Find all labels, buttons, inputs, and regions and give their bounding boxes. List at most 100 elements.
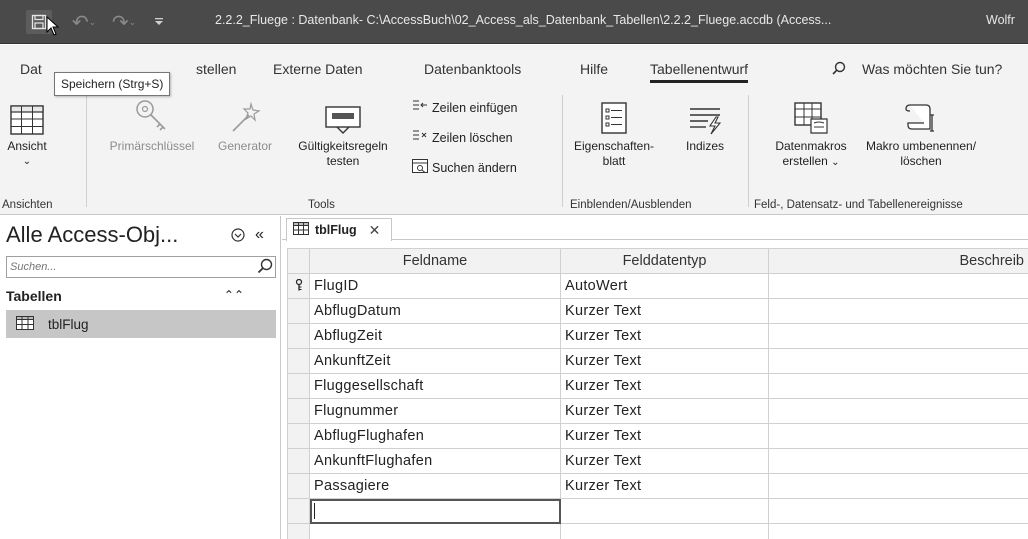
rename-macro-icon: [904, 89, 938, 135]
group-label-ansichten: Ansichten: [2, 199, 53, 211]
tab-externe-daten[interactable]: Externe Daten: [273, 61, 363, 77]
search-icon[interactable]: [257, 258, 273, 279]
column-header-beschreibung[interactable]: Beschreib: [768, 248, 1028, 274]
field-type-cell[interactable]: Kurzer Text: [560, 373, 769, 399]
field-description-cell[interactable]: [768, 298, 1028, 324]
field-name-cell[interactable]: [309, 523, 561, 539]
field-name-cell[interactable]: AbflugDatum: [309, 298, 561, 324]
table-row: AbflugZeit Kurzer Text: [287, 323, 1028, 349]
field-type-cell[interactable]: Kurzer Text: [560, 298, 769, 324]
nav-pane-title[interactable]: Alle Access-Obj...: [6, 222, 178, 248]
zeilen-einfuegen-button[interactable]: Zeilen einfügen: [412, 99, 517, 116]
group-label-ereignisse: Feld-, Datensatz- und Tabellenereignisse: [754, 199, 963, 211]
ansicht-button[interactable]: Ansicht ⌄: [4, 89, 50, 169]
field-name-input[interactable]: [309, 498, 561, 524]
field-type-cell[interactable]: Kurzer Text: [560, 398, 769, 424]
suchen-aendern-label: Suchen ändern: [432, 160, 517, 175]
row-selector[interactable]: [287, 298, 310, 324]
corner-cell[interactable]: [287, 248, 310, 274]
field-description-cell[interactable]: [768, 273, 1028, 299]
customize-toolbar-icon[interactable]: [148, 10, 170, 34]
search-icon[interactable]: [832, 61, 846, 79]
table-icon: [16, 315, 34, 333]
row-selector[interactable]: [287, 498, 310, 524]
field-type-cell[interactable]: Kurzer Text: [560, 473, 769, 499]
nav-item-tblflug[interactable]: tblFlug: [6, 310, 276, 338]
field-type-cell[interactable]: Kurzer Text: [560, 423, 769, 449]
tab-tblflug[interactable]: tblFlug ✕: [286, 218, 392, 241]
primaerschluessel-button[interactable]: Primärschlüssel: [98, 89, 206, 154]
chevron-up-icon[interactable]: ⌃⌃: [224, 288, 244, 302]
field-description-cell[interactable]: [768, 448, 1028, 474]
field-type-cell[interactable]: AutoWert: [560, 273, 769, 299]
row-selector[interactable]: [287, 348, 310, 374]
field-type-cell[interactable]: Kurzer Text: [560, 448, 769, 474]
eigenschaftenblatt-label-1: Eigenschaften-: [573, 139, 655, 153]
indexes-icon: [688, 89, 722, 135]
field-description-cell[interactable]: [768, 373, 1028, 399]
datenmakros-label-1: Datenmakros: [775, 139, 847, 153]
makro-label-1: Makro umbenennen/: [865, 139, 977, 153]
field-name-cell[interactable]: AnkunftFlughafen: [309, 448, 561, 474]
field-type-cell[interactable]: Kurzer Text: [560, 323, 769, 349]
nav-search-input[interactable]: [7, 257, 247, 277]
tab-datei[interactable]: Dat: [20, 61, 42, 77]
row-selector[interactable]: [287, 323, 310, 349]
field-name-cell[interactable]: Fluggesellschaft: [309, 373, 561, 399]
lookup-icon: [412, 159, 428, 176]
row-selector[interactable]: [287, 448, 310, 474]
field-name-cell[interactable]: Flugnummer: [309, 398, 561, 424]
field-description-cell[interactable]: [768, 423, 1028, 449]
primary-key-icon: [295, 278, 303, 294]
window-title: 2.2.2_Fluege : Datenbank- C:\AccessBuch\…: [215, 13, 832, 27]
table-row: AnkunftZeit Kurzer Text: [287, 348, 1028, 374]
tell-me-input[interactable]: Was möchten Sie tun?: [862, 61, 1002, 77]
field-description-cell[interactable]: [768, 348, 1028, 374]
field-type-cell[interactable]: [560, 498, 769, 524]
datenmakros-button[interactable]: Datenmakros erstellen ⌄: [760, 89, 862, 170]
field-description-cell[interactable]: [768, 498, 1028, 524]
close-icon[interactable]: ✕: [369, 222, 381, 239]
field-name-cell[interactable]: AbflugZeit: [309, 323, 561, 349]
tab-tabellenentwurf[interactable]: Tabellenentwurf: [650, 61, 749, 83]
wand-icon: [229, 89, 261, 135]
redo-icon[interactable]: ↷ ⌄: [110, 10, 138, 34]
suchen-aendern-button[interactable]: Suchen ändern: [412, 159, 517, 176]
row-selector[interactable]: [287, 398, 310, 424]
field-description-cell[interactable]: [768, 398, 1028, 424]
eigenschaftenblatt-label-2: blatt: [602, 154, 626, 168]
zeilen-loeschen-button[interactable]: Zeilen löschen: [412, 129, 513, 146]
eigenschaftenblatt-button[interactable]: Eigenschaften- blatt: [570, 89, 658, 169]
field-description-cell[interactable]: [768, 473, 1028, 499]
field-name-cell[interactable]: Passagiere: [309, 473, 561, 499]
tab-hilfe[interactable]: Hilfe: [580, 61, 608, 77]
field-description-cell[interactable]: [768, 323, 1028, 349]
nav-section-tabellen[interactable]: Tabellen ⌃⌃: [6, 288, 276, 304]
tab-datenbanktools[interactable]: Datenbanktools: [424, 61, 521, 77]
column-header-felddatentyp[interactable]: Felddatentyp: [560, 248, 769, 274]
nav-search-box[interactable]: [6, 256, 276, 278]
generator-button[interactable]: Generator: [208, 89, 282, 154]
indizes-button[interactable]: Indizes: [678, 89, 732, 154]
field-name-cell[interactable]: AnkunftZeit: [309, 348, 561, 374]
tab-erstellen[interactable]: stellen: [196, 61, 236, 77]
row-selector[interactable]: [287, 273, 310, 299]
indizes-label: Indizes: [685, 139, 725, 153]
field-type-cell[interactable]: Kurzer Text: [560, 348, 769, 374]
field-name-cell[interactable]: FlugID: [309, 273, 561, 299]
field-type-cell[interactable]: [560, 523, 769, 539]
field-name-cell[interactable]: AbflugFlughafen: [309, 423, 561, 449]
row-selector[interactable]: [287, 523, 310, 539]
row-selector[interactable]: [287, 373, 310, 399]
row-selector[interactable]: [287, 423, 310, 449]
makro-umbenennen-button[interactable]: Makro umbenennen/ löschen: [864, 89, 978, 169]
collapse-nav-icon[interactable]: «: [255, 226, 264, 244]
row-selector[interactable]: [287, 473, 310, 499]
column-header-feldname[interactable]: Feldname: [309, 248, 561, 274]
user-name[interactable]: Wolfr: [986, 13, 1015, 27]
undo-icon[interactable]: ↶ ⌄: [70, 10, 98, 34]
gueltigkeitsregeln-button[interactable]: Gültigkeitsregeln testen: [284, 89, 402, 169]
nav-menu-icon[interactable]: [231, 228, 245, 246]
table-icon: [293, 222, 309, 238]
field-description-cell[interactable]: [768, 523, 1028, 539]
